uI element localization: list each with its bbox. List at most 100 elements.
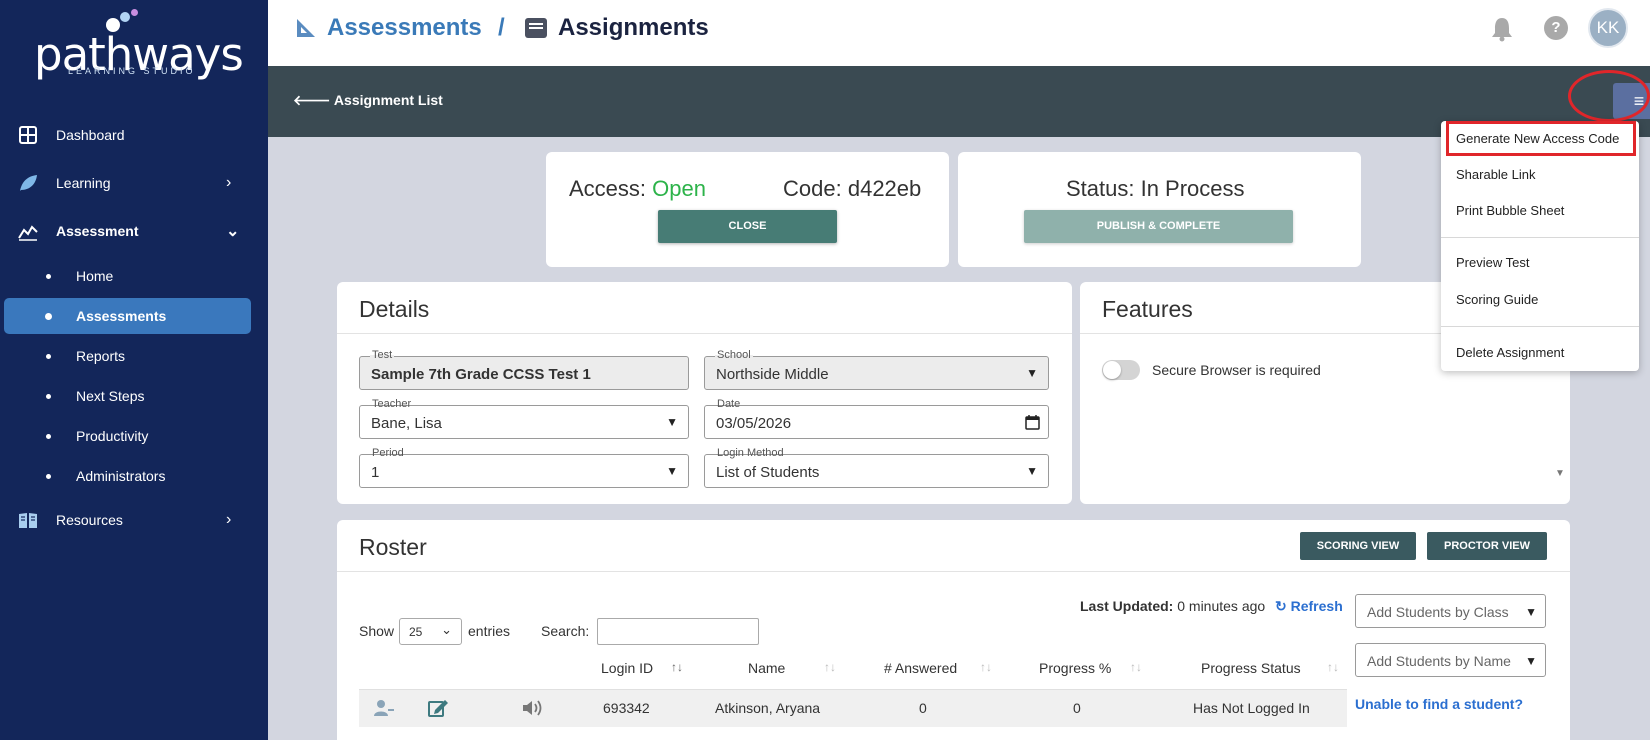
column-progress[interactable]: Progress %	[1039, 660, 1111, 676]
speaker-icon[interactable]	[521, 698, 543, 718]
caret-down-icon: ▼	[666, 464, 678, 478]
calendar-icon[interactable]	[1025, 414, 1040, 430]
cell-name: Atkinson, Aryana	[715, 700, 821, 716]
publish-complete-button[interactable]: PUBLISH & COMPLETE	[1024, 210, 1293, 243]
refresh-icon: ↻	[1275, 598, 1287, 614]
column-progress-status[interactable]: Progress Status	[1201, 660, 1301, 676]
add-name-placeholder: Add Students by Name	[1367, 653, 1511, 669]
dashboard-icon	[19, 126, 37, 144]
entries-select[interactable]: 25 ⌄	[399, 618, 462, 645]
sidebar-item-dashboard[interactable]: Dashboard	[0, 115, 268, 155]
cell-progress: 0	[1073, 700, 1081, 716]
menu-sharable-link[interactable]: Sharable Link	[1441, 157, 1639, 193]
period-label: Period	[370, 447, 406, 459]
menu-scoring-guide[interactable]: Scoring Guide	[1441, 282, 1639, 318]
sidebar-subitem-label: Productivity	[76, 428, 149, 444]
sidebar-subitem-label: Next Steps	[76, 388, 145, 404]
bullet-icon	[46, 273, 51, 279]
sidebar-subitem-productivity[interactable]: Productivity	[4, 418, 251, 454]
logo-dot-medium	[120, 12, 130, 22]
sidebar-item-assessment[interactable]: Assessment ⌄	[0, 211, 268, 251]
login-method-select[interactable]: Login Method List of Students ▼	[704, 447, 1049, 488]
avatar[interactable]: KK	[1588, 8, 1628, 48]
scroll-down-icon[interactable]: ▼	[1555, 468, 1565, 479]
date-label: Date	[715, 398, 743, 410]
add-students-name-select[interactable]: Add Students by Name ▼	[1355, 643, 1546, 677]
scoring-view-button[interactable]: SCORING VIEW	[1300, 532, 1416, 560]
sort-icon[interactable]: ↑↓	[1130, 660, 1142, 674]
status-text: Status: In Process	[1066, 176, 1245, 201]
entries-value: 25	[409, 625, 423, 639]
column-name[interactable]: Name	[748, 660, 785, 676]
sidebar-item-label: Dashboard	[56, 127, 125, 143]
menu-preview-test[interactable]: Preview Test	[1441, 245, 1639, 281]
sidebar-subitem-label: Reports	[76, 348, 126, 364]
unable-find-student-link[interactable]: Unable to find a student?	[1355, 696, 1523, 712]
sort-icon[interactable]: ↑↓	[824, 660, 836, 674]
date-field[interactable]: Date 03/05/2026	[704, 398, 1049, 439]
login-method-value: List of Students	[716, 464, 820, 481]
last-updated-label: Last Updated:	[1080, 598, 1174, 614]
teacher-select[interactable]: Teacher Bane, Lisa ▼	[359, 398, 689, 439]
sidebar-subitem-next-steps[interactable]: Next Steps	[4, 378, 251, 414]
book-icon	[19, 513, 37, 528]
logo-tagline: LEARNING STUDIO	[68, 66, 196, 76]
cell-answered: 0	[919, 700, 927, 716]
sidebar-subitem-label: Assessments	[76, 308, 167, 324]
sidebar-subitem-administrators[interactable]: Administrators	[4, 458, 251, 494]
secure-browser-toggle[interactable]	[1102, 360, 1140, 380]
menu-print-bubble-sheet[interactable]: Print Bubble Sheet	[1441, 193, 1639, 229]
logo-dot-small	[131, 9, 138, 16]
menu-delete-assignment[interactable]: Delete Assignment	[1441, 335, 1639, 371]
pathways-logo[interactable]: pathways LEARNING STUDIO	[34, 6, 244, 81]
access-value: Open	[652, 176, 706, 201]
add-class-placeholder: Add Students by Class	[1367, 604, 1509, 620]
menu-divider	[1441, 326, 1639, 327]
bullet-icon	[46, 393, 51, 399]
chevron-right-icon: ›	[226, 511, 232, 528]
toggle-knob	[1103, 361, 1121, 379]
chart-icon	[18, 225, 38, 241]
divider	[337, 571, 1570, 572]
sidebar-item-resources[interactable]: Resources ›	[0, 500, 268, 540]
period-value: 1	[371, 464, 380, 481]
proctor-view-button[interactable]: PROCTOR VIEW	[1427, 532, 1547, 560]
column-answered[interactable]: # Answered	[884, 660, 957, 676]
edit-icon[interactable]	[427, 698, 449, 718]
sort-icon[interactable]: ↑↓	[1327, 660, 1339, 674]
bullet-icon	[46, 353, 51, 359]
sidebar-subitem-reports[interactable]: Reports	[4, 338, 251, 374]
add-students-class-select[interactable]: Add Students by Class ▼	[1355, 594, 1546, 628]
breadcrumb-assessments[interactable]: Assessments	[295, 14, 482, 42]
sidebar-subitem-home[interactable]: Home	[4, 258, 251, 294]
school-select[interactable]: School Northside Middle ▼	[704, 349, 1049, 390]
assignment-actions-menu: Generate New Access Code Sharable Link P…	[1441, 121, 1639, 371]
roster-card: Roster SCORING VIEW PROCTOR VIEW Last Up…	[337, 520, 1570, 740]
assignment-list-link[interactable]: 🡐 Assignment List	[293, 92, 443, 109]
arrow-left-icon: 🡐	[293, 92, 331, 108]
sort-icon[interactable]: ↑↓	[980, 660, 992, 674]
sidebar-subitem-label: Home	[76, 268, 114, 284]
sidebar: pathways LEARNING STUDIO Dashboard Learn…	[0, 0, 268, 740]
chevron-right-icon: ›	[226, 174, 232, 191]
help-icon[interactable]: ?	[1544, 16, 1568, 40]
sidebar-item-label: Resources	[56, 512, 123, 528]
remove-user-icon[interactable]	[373, 698, 395, 718]
bell-icon[interactable]	[1490, 16, 1514, 42]
period-select[interactable]: Period 1 ▼	[359, 447, 689, 488]
sidebar-subitem-assessments[interactable]: Assessments	[4, 298, 251, 334]
login-method-label: Login Method	[715, 447, 786, 459]
close-access-button[interactable]: CLOSE	[658, 210, 837, 243]
refresh-link[interactable]: ↻ Refresh	[1275, 598, 1343, 615]
sidebar-item-learning[interactable]: Learning ›	[0, 163, 268, 203]
search-input[interactable]	[597, 618, 759, 645]
sort-asc-icon[interactable]: ↑↓	[671, 660, 683, 674]
caret-down-icon: ▼	[666, 415, 678, 429]
caret-down-icon: ▼	[1026, 366, 1038, 380]
details-card: Details Test Sample 7th Grade CCSS Test …	[337, 282, 1072, 504]
caret-down-icon: ▼	[1525, 654, 1537, 668]
test-value: Sample 7th Grade CCSS Test 1	[371, 366, 591, 383]
column-login-id[interactable]: Login ID	[601, 660, 653, 676]
caret-down-icon: ▼	[1525, 605, 1537, 619]
search-label: Search:	[541, 623, 590, 639]
